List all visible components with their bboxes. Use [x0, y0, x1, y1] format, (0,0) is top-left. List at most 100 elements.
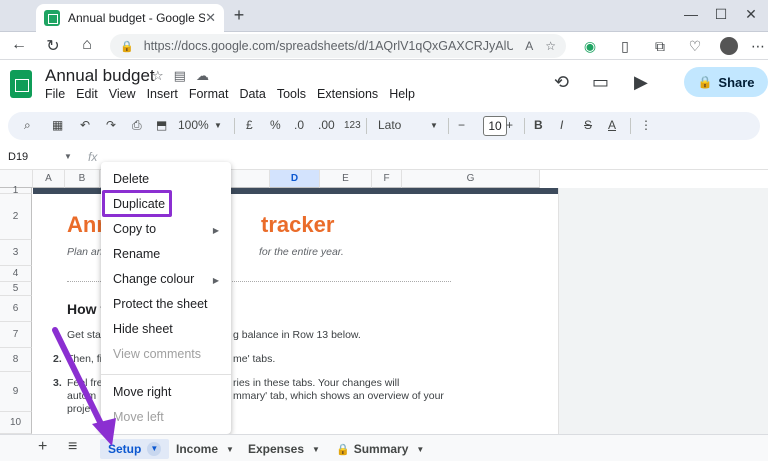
url-input[interactable]: 🔒 https://docs.google.com/spreadsheets/d… [110, 34, 566, 58]
move-folder-icon[interactable]: ▤ [174, 68, 186, 84]
row-header-2[interactable]: 2 [0, 194, 32, 240]
home-icon[interactable]: ⌂ [76, 36, 98, 54]
column-header-d[interactable]: D [270, 170, 320, 188]
menu-item-rename[interactable]: Rename [113, 247, 160, 261]
star-icon[interactable]: ☆ [152, 68, 164, 84]
menu-data[interactable]: Data [239, 87, 265, 101]
row-header-3[interactable]: 3 [0, 240, 32, 266]
row-header-9[interactable]: 9 [0, 372, 32, 412]
font-select[interactable]: Lato [378, 118, 401, 132]
sheet-tab-income[interactable]: Income ▼ [168, 439, 242, 459]
increase-decimal-button[interactable]: .00 [318, 118, 335, 132]
close-tab-icon[interactable]: ✕ [205, 10, 216, 26]
zoom-select[interactable]: 100% [178, 118, 209, 132]
browser-tab[interactable]: Annual budget - Google Sheets ✕ [36, 4, 224, 32]
column-header-g[interactable]: G [402, 170, 540, 188]
menu-edit[interactable]: Edit [76, 87, 98, 101]
menu-format[interactable]: Format [189, 87, 229, 101]
menu-item-move-left: Move left [113, 410, 164, 424]
profile-avatar[interactable] [720, 37, 738, 55]
column-header-f[interactable]: F [372, 170, 402, 188]
font-size-decrease-icon[interactable]: − [458, 118, 465, 132]
font-size-input[interactable]: 10 [483, 116, 507, 136]
row-header-7[interactable]: 7 [0, 322, 32, 348]
undo-icon[interactable]: ↶ [80, 118, 90, 132]
chevron-down-icon[interactable]: ▼ [416, 445, 424, 454]
sheets-logo-icon[interactable] [10, 70, 32, 98]
chevron-down-icon[interactable]: ▼ [226, 445, 234, 454]
menu-file[interactable]: File [45, 87, 65, 101]
percent-button[interactable]: % [270, 118, 281, 132]
sheet-tab-setup[interactable]: Setup ▼ [100, 439, 170, 459]
menu-help[interactable]: Help [389, 87, 415, 101]
sheet-tab-summary[interactable]: 🔒 Summary ▼ [328, 439, 432, 459]
fx-icon: fx [88, 150, 98, 164]
menu-item-copy-to[interactable]: Copy to [113, 222, 156, 236]
extension-icon[interactable]: ◉ [580, 38, 600, 55]
split-screen-icon[interactable]: ▯ [615, 38, 635, 55]
minimize-icon[interactable]: — [676, 6, 706, 22]
back-icon[interactable]: ← [8, 36, 30, 54]
font-size-increase-icon[interactable]: + [506, 118, 513, 132]
text-color-button[interactable]: A [608, 118, 616, 132]
row-header-8[interactable]: 8 [0, 348, 32, 372]
add-sheet-button[interactable]: + [38, 438, 47, 456]
menu-insert[interactable]: Insert [147, 87, 178, 101]
close-window-icon[interactable]: ✕ [736, 6, 766, 23]
column-header-b[interactable]: B [65, 170, 100, 188]
heart-icon[interactable]: ♡ [685, 38, 705, 55]
cloud-status-icon[interactable]: ☁ [196, 68, 209, 84]
italic-icon[interactable]: I [560, 118, 563, 132]
maximize-icon[interactable]: ☐ [706, 6, 736, 23]
sheet-tab-expenses[interactable]: Expenses ▼ [240, 439, 328, 459]
comments-icon[interactable]: ▭ [592, 72, 609, 93]
menu-item-delete[interactable]: Delete [113, 172, 149, 186]
submenu-arrow-icon: ▶ [212, 276, 219, 285]
chevron-down-icon[interactable]: ▼ [430, 121, 438, 130]
chevron-down-icon[interactable]: ▼ [64, 152, 72, 161]
all-sheets-button[interactable]: ≡ [68, 438, 77, 456]
doc-title[interactable]: Annual budget [45, 66, 155, 86]
menu-extensions[interactable]: Extensions [317, 87, 378, 101]
menu-item-change-colour[interactable]: Change colour [113, 272, 194, 286]
row-header-6[interactable]: 6 [0, 296, 32, 322]
currency-button[interactable]: £ [246, 118, 253, 132]
step-number: 3. [53, 377, 62, 389]
menu-item-hide-sheet[interactable]: Hide sheet [113, 322, 173, 336]
share-button[interactable]: 🔒 Share [684, 67, 768, 97]
name-box[interactable]: D19 [8, 151, 28, 163]
step-text: g balance in Row 13 below. [233, 329, 361, 341]
print-icon[interactable]: ⎙ [132, 118, 142, 133]
collections-icon[interactable]: ⧉ [650, 38, 670, 55]
bold-button[interactable]: B [534, 118, 543, 132]
menu-item-protect-the-sheet[interactable]: Protect the sheet [113, 297, 208, 311]
reload-icon[interactable]: ↻ [42, 36, 64, 56]
column-header-a[interactable]: A [33, 170, 65, 188]
decrease-decimal-button[interactable]: .0 [294, 118, 304, 132]
redo-icon[interactable]: ↷ [106, 118, 116, 132]
meet-icon[interactable]: ▶ [634, 72, 648, 93]
favorite-star-icon[interactable]: ☆ [545, 39, 556, 53]
column-header-e[interactable]: E [320, 170, 372, 188]
share-label: Share [718, 74, 755, 90]
tasks-icon[interactable]: ▦ [52, 118, 63, 132]
chevron-down-icon[interactable]: ▼ [312, 445, 320, 454]
row-header-10[interactable]: 10 [0, 412, 32, 434]
row-header-4[interactable]: 4 [0, 266, 32, 282]
chevron-down-icon[interactable]: ▼ [147, 442, 162, 456]
chevron-down-icon[interactable]: ▼ [214, 121, 222, 130]
read-aloud-icon[interactable]: A [525, 39, 533, 53]
row-header-5[interactable]: 5 [0, 282, 32, 296]
more-menu-icon[interactable]: ⋯ [748, 38, 768, 55]
new-tab-button[interactable]: + [228, 4, 250, 26]
strikethrough-icon[interactable]: S [584, 118, 592, 132]
number-format-button[interactable]: 123 [344, 120, 361, 131]
search-icon[interactable]: ⌕ [24, 118, 31, 133]
history-icon[interactable]: ⟲ [554, 72, 569, 93]
menu-item-move-right[interactable]: Move right [113, 385, 171, 399]
paint-format-icon[interactable]: ⬒ [156, 118, 167, 132]
step-number: 2. [53, 353, 62, 365]
menu-tools[interactable]: Tools [277, 87, 306, 101]
menu-view[interactable]: View [109, 87, 136, 101]
more-options-icon[interactable]: ⋮ [640, 118, 652, 132]
